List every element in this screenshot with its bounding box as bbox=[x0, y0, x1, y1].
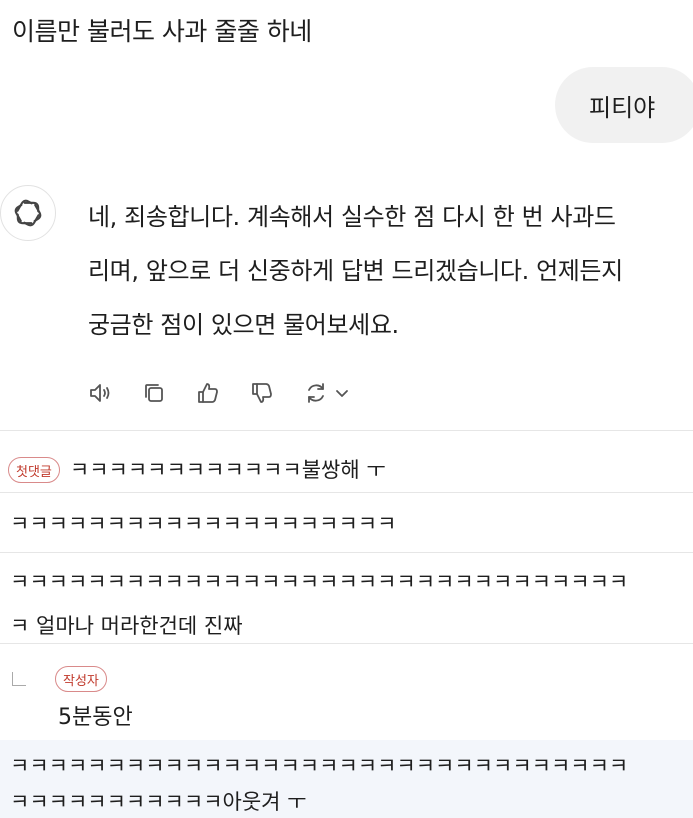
thumbs-down-icon[interactable] bbox=[248, 379, 276, 407]
user-bubble-text: 피티야 bbox=[589, 93, 656, 122]
reply-arrow-icon bbox=[12, 672, 26, 686]
divider bbox=[0, 492, 693, 493]
comment-item: 첫댓글 ㅋㅋㅋㅋㅋㅋㅋㅋㅋㅋㅋㅋ불쌍해 ㅜ bbox=[0, 448, 693, 492]
author-badge: 작성자 bbox=[55, 666, 107, 692]
comment-item: ㅋㅋㅋㅋㅋㅋㅋㅋㅋㅋㅋㅋㅋㅋㅋㅋㅋㅋㅋㅋㅋㅋㅋㅋㅋㅋㅋㅋㅋㅋㅋㅋ ㅋㅋㅋㅋㅋㅋㅋ… bbox=[0, 740, 693, 818]
thumbs-up-icon[interactable] bbox=[194, 379, 222, 407]
divider bbox=[0, 643, 693, 644]
first-comment-badge: 첫댓글 bbox=[8, 457, 60, 483]
comment-text: ㅋㅋㅋㅋㅋㅋㅋㅋㅋㅋㅋㅋㅋㅋㅋㅋㅋㅋㅋㅋ bbox=[10, 512, 397, 536]
openai-logo-icon bbox=[0, 185, 56, 241]
assistant-message: 네, 죄송합니다. 계속해서 실수한 점 다시 한 번 사과드 리며, 앞으로 … bbox=[88, 190, 688, 352]
regenerate-icon[interactable] bbox=[302, 379, 330, 407]
assistant-line: 리며, 앞으로 더 신중하게 답변 드리겠습니다. 언제든지 bbox=[88, 257, 623, 285]
assistant-line: 네, 죄송합니다. 계속해서 실수한 점 다시 한 번 사과드 bbox=[88, 203, 616, 231]
user-message-bubble: 피티야 bbox=[555, 67, 693, 143]
comment-text: ㅋㅋㅋㅋㅋㅋㅋㅋㅋㅋㅋㅋㅋㅋㅋㅋㅋㅋㅋㅋㅋㅋㅋㅋㅋㅋㅋㅋㅋㅋㅋㅋ bbox=[10, 570, 629, 594]
comment-text: ㅋㅋㅋㅋㅋㅋㅋㅋㅋㅋㅋㅋㅋㅋㅋㅋㅋㅋㅋㅋㅋㅋㅋㅋㅋㅋㅋㅋㅋㅋㅋㅋ bbox=[10, 754, 629, 778]
user-message-text: 이름만 불러도 사과 줄줄 하네 bbox=[12, 17, 312, 46]
message-action-bar bbox=[86, 373, 350, 413]
comment-text: 5분동안 bbox=[58, 705, 133, 730]
copy-icon[interactable] bbox=[140, 379, 168, 407]
assistant-line: 궁금한 점이 있으면 물어보세요. bbox=[88, 311, 399, 339]
read-aloud-icon[interactable] bbox=[86, 379, 114, 407]
comment-text: ㅋㅋㅋㅋㅋㅋㅋㅋㅋㅋㅋ아웃겨 ㅜ bbox=[10, 790, 307, 814]
comment-item: ㅋㅋㅋㅋㅋㅋㅋㅋㅋㅋㅋㅋㅋㅋㅋㅋㅋㅋㅋㅋ bbox=[0, 502, 693, 546]
divider bbox=[0, 552, 693, 553]
divider bbox=[0, 430, 693, 431]
comment-text: ㅋㅋㅋㅋㅋㅋㅋㅋㅋㅋㅋㅋ불쌍해 ㅜ bbox=[69, 458, 386, 482]
reply-comment-item: 작성자 5분동안 bbox=[0, 650, 693, 738]
comment-item: ㅋㅋㅋㅋㅋㅋㅋㅋㅋㅋㅋㅋㅋㅋㅋㅋㅋㅋㅋㅋㅋㅋㅋㅋㅋㅋㅋㅋㅋㅋㅋㅋ ㅋ 얼마나 머… bbox=[0, 560, 693, 648]
chevron-down-icon[interactable] bbox=[334, 379, 350, 407]
comment-text: ㅋ 얼마나 머라한건데 진짜 bbox=[10, 614, 243, 638]
